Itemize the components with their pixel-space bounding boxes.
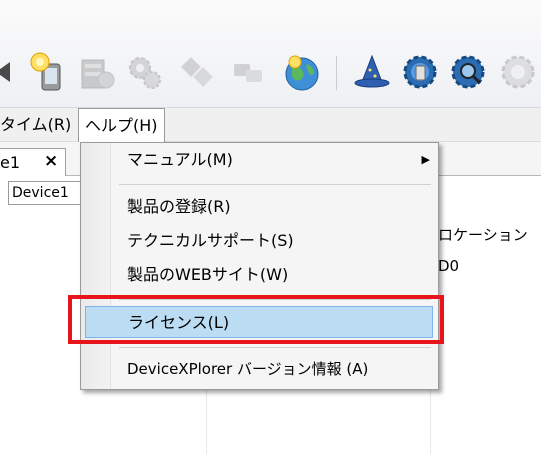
menu-item-about-label: DeviceXPlorer バージョン情報 (A) [127,360,369,378]
disabled-server-icon[interactable] [76,52,116,92]
disabled-tools-icon[interactable] [176,52,216,92]
menu-item-manual-label: マニュアル(M) [127,150,233,169]
location-value: D0 [438,257,460,275]
menu-item-help-label: ヘルプ(H) [85,116,158,135]
tab-device[interactable]: e1 × [0,148,66,176]
toolbar [0,0,541,108]
menu-item-manual[interactable]: マニュアル(M) ▶ [81,144,438,176]
menu-separator [119,347,431,348]
menu-item-product-website[interactable]: 製品のWEBサイト(W) [81,259,438,291]
close-icon[interactable]: × [44,151,58,171]
menu-separator [119,184,431,185]
help-dropdown-menu: マニュアル(M) ▶ 製品の登録(R) テクニカルサポート(S) 製品のWEBサ… [80,142,439,390]
menu-item-technical-support[interactable]: テクニカルサポート(S) [81,225,438,257]
wizard-hat-icon[interactable] [352,52,392,92]
device-name-field[interactable]: Device1 [8,181,82,205]
gear-search-icon[interactable] [448,52,488,92]
gear-device-icon[interactable] [400,52,440,92]
menu-item-partial[interactable]: タイム(R) [0,108,77,142]
tab-device-label: e1 [0,153,21,172]
menu-item-partial-label: タイム(R) [0,115,72,134]
disabled-link-icon[interactable] [228,52,268,92]
location-column-header: ロケーション [438,226,528,244]
disabled-gear-icon[interactable] [498,52,538,92]
menu-item-register-product[interactable]: 製品の登録(R) [81,191,438,223]
annotation-highlight-box [68,295,444,344]
menu-item-about[interactable]: DeviceXPlorer バージョン情報 (A) [81,353,438,385]
submenu-arrow-icon: ▶ [421,153,430,166]
menu-item-product-website-label: 製品のWEBサイト(W) [127,265,289,284]
lightbulb-device-icon[interactable] [28,52,68,92]
toolbar-separator [336,56,337,90]
menu-item-technical-support-label: テクニカルサポート(S) [127,231,294,250]
menu-item-register-product-label: 製品の登録(R) [127,197,231,216]
menu-bar: タイム(R) ヘルプ(H) [0,108,541,144]
disabled-gears-icon[interactable] [124,52,164,92]
menu-item-help[interactable]: ヘルプ(H) [78,108,165,144]
globe-icon[interactable] [282,52,322,92]
